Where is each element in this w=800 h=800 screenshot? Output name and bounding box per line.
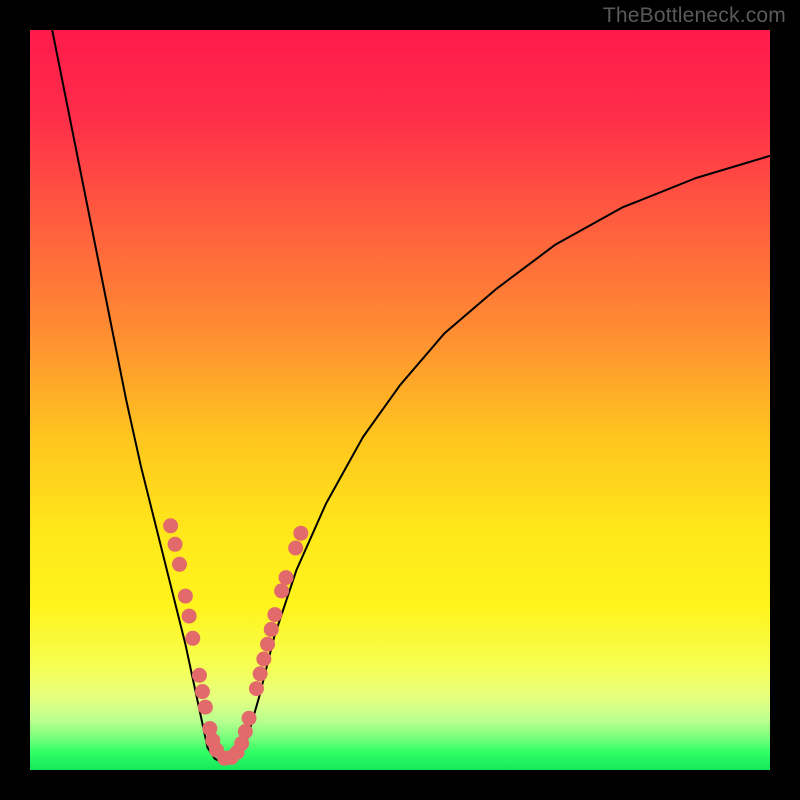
plot-area xyxy=(30,30,770,770)
bottleneck-curve xyxy=(52,30,770,763)
outer-frame: TheBottleneck.com xyxy=(0,0,800,800)
watermark-text: TheBottleneck.com xyxy=(603,4,786,28)
chart-svg xyxy=(30,30,770,770)
